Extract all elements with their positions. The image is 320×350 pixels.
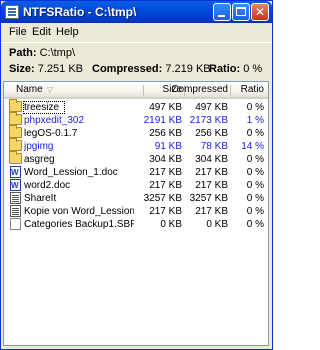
menu-edit[interactable]: Edit bbox=[32, 26, 51, 38]
row-ratio: 0 % bbox=[246, 206, 264, 217]
table-row[interactable]: ShareIt 3257 KB 3257 KB 0 % bbox=[4, 192, 268, 205]
ratio-value: 0 % bbox=[243, 63, 263, 75]
path-value: C:\tmp\ bbox=[39, 47, 76, 59]
file-list[interactable]: Name ▽ Size Compressed Ratio treesize 497 … bbox=[3, 81, 269, 346]
menu-help[interactable]: Help bbox=[56, 26, 79, 38]
table-row[interactable]: Kopie von Word_Lession_1.... 217 KB 217 KB… bbox=[4, 205, 268, 218]
row-compressed: 217 KB bbox=[195, 167, 228, 178]
word-doc-icon bbox=[10, 179, 21, 192]
executable-icon bbox=[10, 205, 21, 217]
minimize-button[interactable] bbox=[213, 3, 231, 21]
row-size: 256 KB bbox=[149, 128, 182, 139]
table-row[interactable]: Categories Backup1.SBF 0 KB 0 KB 0 % bbox=[4, 218, 268, 231]
column-header-compressed[interactable]: Compressed bbox=[171, 84, 228, 95]
table-row[interactable]: Word_Lession_1.doc 217 KB 217 KB 0 % bbox=[4, 166, 268, 179]
row-ratio: 14 % bbox=[241, 141, 264, 152]
ratio-info: Ratio: 0 % bbox=[209, 63, 262, 75]
table-row[interactable]: jpgimg 91 KB 78 KB 14 % bbox=[4, 138, 268, 153]
file-icon bbox=[10, 218, 21, 230]
row-name: asgreg bbox=[24, 154, 55, 165]
focus-rectangle bbox=[23, 101, 65, 114]
row-ratio: 0 % bbox=[246, 219, 264, 230]
path-label: Path: bbox=[9, 47, 37, 59]
folder-icon bbox=[9, 125, 22, 138]
column-header-name[interactable]: Name ▽ bbox=[16, 84, 53, 95]
row-size: 3257 KB bbox=[143, 193, 182, 204]
path-info: Path: C:\tmp\ bbox=[9, 47, 75, 59]
row-compressed: 3257 KB bbox=[189, 193, 228, 204]
executable-icon bbox=[10, 192, 21, 204]
ratio-label: Ratio: bbox=[209, 63, 241, 75]
row-compressed: 78 KB bbox=[200, 141, 228, 152]
row-ratio: 0 % bbox=[246, 154, 264, 165]
close-button[interactable]: ✕ bbox=[251, 3, 269, 21]
word-doc-icon bbox=[10, 166, 21, 179]
column-separator[interactable] bbox=[143, 85, 144, 96]
table-row[interactable]: phpxedit_302 2191 KB 2173 KB 1 % bbox=[4, 112, 268, 127]
row-compressed: 217 KB bbox=[195, 206, 228, 217]
row-size: 304 KB bbox=[149, 154, 182, 165]
row-compressed: 497 KB bbox=[195, 102, 228, 113]
column-header-ratio[interactable]: Ratio bbox=[241, 84, 264, 95]
row-name: ShareIt bbox=[24, 193, 57, 204]
row-size: 217 KB bbox=[149, 167, 182, 178]
sort-arrow-icon: ▽ bbox=[46, 85, 53, 94]
folder-icon bbox=[9, 112, 22, 125]
compressed-info: Compressed: 7.219 KB bbox=[92, 63, 211, 75]
row-ratio: 0 % bbox=[246, 128, 264, 139]
row-size: 0 KB bbox=[160, 219, 182, 230]
compressed-label: Compressed: bbox=[92, 63, 163, 75]
minimize-icon bbox=[218, 15, 225, 17]
menu-bar: File Edit Help bbox=[1, 23, 272, 41]
compressed-value: 7.219 KB bbox=[165, 63, 211, 75]
table-row[interactable]: legOS-0.1.7 256 KB 256 KB 0 % bbox=[4, 125, 268, 140]
row-size: 497 KB bbox=[149, 102, 182, 113]
size-label: Size: bbox=[9, 63, 35, 75]
close-icon: ✕ bbox=[254, 5, 266, 19]
app-window: NTFSRatio - C:\tmp\ ✕ File Edit Help Pat… bbox=[0, 0, 273, 350]
row-name: word2.doc bbox=[24, 180, 71, 191]
row-compressed: 0 KB bbox=[206, 219, 228, 230]
table-row[interactable]: word2.doc 217 KB 217 KB 0 % bbox=[4, 179, 268, 192]
maximize-icon bbox=[236, 7, 246, 16]
row-ratio: 1 % bbox=[246, 115, 264, 126]
row-name: Categories Backup1.SBF bbox=[24, 219, 134, 230]
row-name: Kopie von Word_Lession_1.... bbox=[24, 206, 134, 217]
row-compressed: 2173 KB bbox=[189, 115, 228, 126]
row-compressed: 217 KB bbox=[195, 180, 228, 191]
table-row[interactable]: treesize 497 KB 497 KB 0 % bbox=[4, 99, 268, 114]
row-name: jpgimg bbox=[24, 141, 54, 152]
column-name-label: Name bbox=[16, 84, 43, 95]
row-compressed: 304 KB bbox=[195, 154, 228, 165]
row-size: 91 KB bbox=[154, 141, 182, 152]
row-compressed: 256 KB bbox=[195, 128, 228, 139]
row-name: phpxedit_302 bbox=[24, 115, 85, 126]
title-bar[interactable]: NTFSRatio - C:\tmp\ ✕ bbox=[1, 1, 272, 23]
table-row[interactable]: asgreg 304 KB 304 KB 0 % bbox=[4, 151, 268, 166]
row-name: Word_Lession_1.doc bbox=[24, 167, 118, 178]
folder-icon bbox=[9, 99, 22, 112]
row-size: 217 KB bbox=[149, 180, 182, 191]
folder-icon bbox=[9, 151, 22, 164]
column-separator[interactable] bbox=[230, 85, 231, 96]
row-ratio: 0 % bbox=[246, 102, 264, 113]
info-panel: Path: C:\tmp\ Size: 7.251 KB Compressed:… bbox=[1, 42, 272, 76]
row-size: 217 KB bbox=[149, 206, 182, 217]
window-title: NTFSRatio - C:\tmp\ bbox=[23, 5, 137, 19]
menu-file[interactable]: File bbox=[9, 26, 27, 38]
row-ratio: 0 % bbox=[246, 180, 264, 191]
app-icon[interactable] bbox=[5, 5, 19, 19]
size-value: 7.251 KB bbox=[37, 63, 84, 75]
row-size: 2191 KB bbox=[143, 115, 182, 126]
list-header: Name ▽ Size Compressed Ratio bbox=[4, 82, 268, 99]
row-name: legOS-0.1.7 bbox=[24, 128, 78, 139]
size-info: Size: 7.251 KB bbox=[9, 63, 83, 75]
row-ratio: 0 % bbox=[246, 167, 264, 178]
maximize-button[interactable] bbox=[232, 3, 250, 21]
folder-icon bbox=[9, 138, 22, 151]
row-ratio: 0 % bbox=[246, 193, 264, 204]
